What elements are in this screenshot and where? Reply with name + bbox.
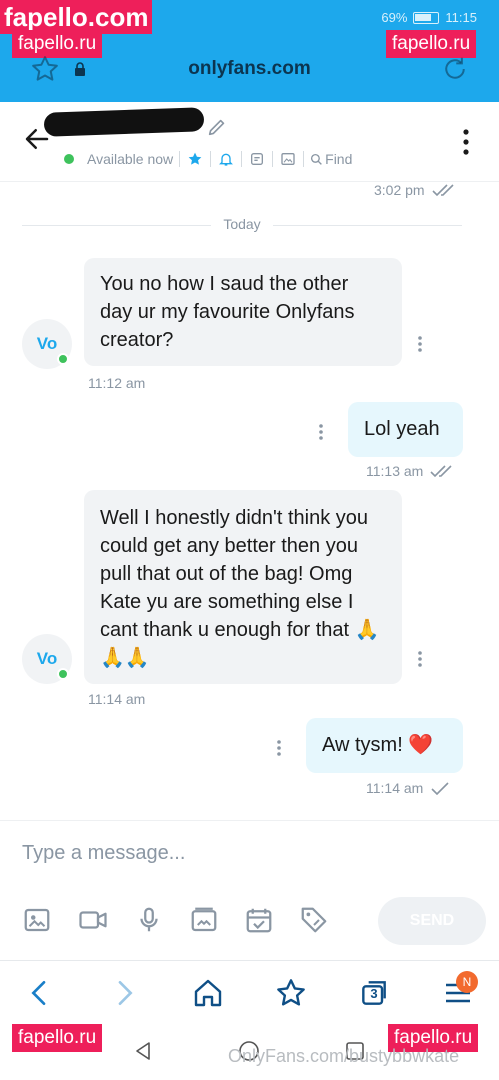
divider [210, 151, 212, 167]
online-dot [57, 353, 69, 365]
availability-status: Available now [87, 151, 174, 167]
forward-chevron-icon[interactable] [108, 977, 140, 1009]
pencil-icon[interactable] [206, 116, 228, 138]
timestamp: 11:12 am [88, 375, 146, 391]
message-options-icon[interactable] [318, 423, 324, 441]
timestamp: 11:14 am [88, 691, 146, 707]
divider [241, 151, 243, 167]
online-dot [57, 668, 69, 680]
message-input[interactable] [22, 835, 472, 871]
double-check-icon [432, 184, 454, 197]
clock: 11:15 [445, 10, 477, 25]
schedule-icon[interactable] [244, 905, 274, 935]
image-icon[interactable] [22, 905, 52, 935]
watermark-bottom-left: fapello.ru [12, 1024, 103, 1052]
check-icon [431, 782, 449, 795]
divider [303, 151, 305, 167]
battery-percent: 69% [381, 10, 408, 25]
day-divider-label: Today [211, 216, 273, 232]
timestamp: 11:14 am [366, 780, 424, 796]
image-icon[interactable] [279, 150, 297, 168]
find-button[interactable]: Find [310, 151, 352, 167]
system-back-icon[interactable] [132, 1040, 154, 1062]
bell-icon[interactable] [217, 150, 235, 168]
incoming-message-bubble[interactable]: Well I honestly didn't think you could g… [84, 490, 402, 684]
message-time: 11:14 am [366, 780, 451, 796]
note-icon[interactable] [248, 150, 266, 168]
message-text: Lol yeah [364, 418, 440, 440]
watermark-footer: OnlyFans.com/bustybbwkate [228, 1046, 460, 1066]
tabs-count: 3 [370, 986, 378, 1001]
message-time: 11:13 am [366, 463, 455, 479]
redacted-username[interactable] [43, 107, 205, 137]
search-icon [311, 153, 322, 165]
star-icon[interactable] [186, 150, 204, 168]
system-navigation-bar: fapello.ru fapello.ru OnlyFans.com/busty… [0, 1022, 499, 1080]
address-bar-url[interactable]: onlyfans.com [0, 58, 499, 80]
browser-bottom-nav: 3 N [0, 960, 499, 1022]
status-bar: 69% 11:15 [381, 10, 477, 25]
timestamp: 3:02 pm [374, 182, 425, 198]
message-list[interactable]: 3:02 pm Today Vo You no how I saud the o… [0, 182, 499, 818]
tabs-button[interactable]: 3 [358, 977, 390, 1009]
timestamp: 11:13 am [366, 463, 424, 479]
message-time: 11:14 am [88, 691, 145, 707]
back-chevron-icon[interactable] [24, 977, 56, 1009]
message-options-icon[interactable] [417, 335, 423, 353]
status-row: Available now Find [64, 150, 352, 168]
compose-area: SEND [0, 820, 499, 960]
divider [179, 151, 181, 167]
outgoing-message-bubble[interactable]: Lol yeah [348, 402, 463, 457]
price-tag-icon[interactable] [299, 905, 329, 935]
message-options-icon[interactable] [276, 739, 282, 757]
message-text: You no how I saud the other day ur my fa… [100, 273, 355, 351]
bookmarks-star-icon[interactable] [275, 977, 307, 1009]
outgoing-message-bubble[interactable]: Aw tysm! ❤️ [306, 718, 463, 773]
message-text: Well I honestly didn't think you could g… [100, 507, 380, 669]
avatar-initials: Vo [36, 334, 58, 353]
message-text: Aw tysm! ❤️ [322, 734, 434, 756]
send-button[interactable]: SEND [378, 897, 486, 945]
message-time: 11:12 am [88, 375, 145, 391]
microphone-icon[interactable] [134, 905, 164, 935]
previous-message-time: 3:02 pm [374, 182, 457, 198]
browser-toolbar: fapello.com fapello.ru fapello.ru 69% 11… [0, 0, 499, 102]
divider [272, 151, 274, 167]
online-dot [64, 154, 74, 164]
home-icon[interactable] [192, 977, 224, 1009]
media-vault-icon[interactable] [189, 905, 219, 935]
more-vertical-icon[interactable] [460, 128, 472, 156]
watermark-top-left-big: fapello.com [0, 0, 153, 34]
battery-icon [413, 11, 440, 24]
incoming-message-bubble[interactable]: You no how I saud the other day ur my fa… [84, 258, 402, 366]
chat-header: Available now Find [0, 102, 499, 182]
avatar-initials: Vo [36, 649, 58, 668]
find-label: Find [325, 151, 353, 167]
video-icon[interactable] [78, 905, 108, 935]
double-check-icon [430, 465, 452, 478]
message-options-icon[interactable] [417, 650, 423, 668]
day-divider: Today [0, 216, 484, 232]
reload-icon[interactable] [440, 54, 470, 84]
notification-badge: N [456, 971, 478, 993]
